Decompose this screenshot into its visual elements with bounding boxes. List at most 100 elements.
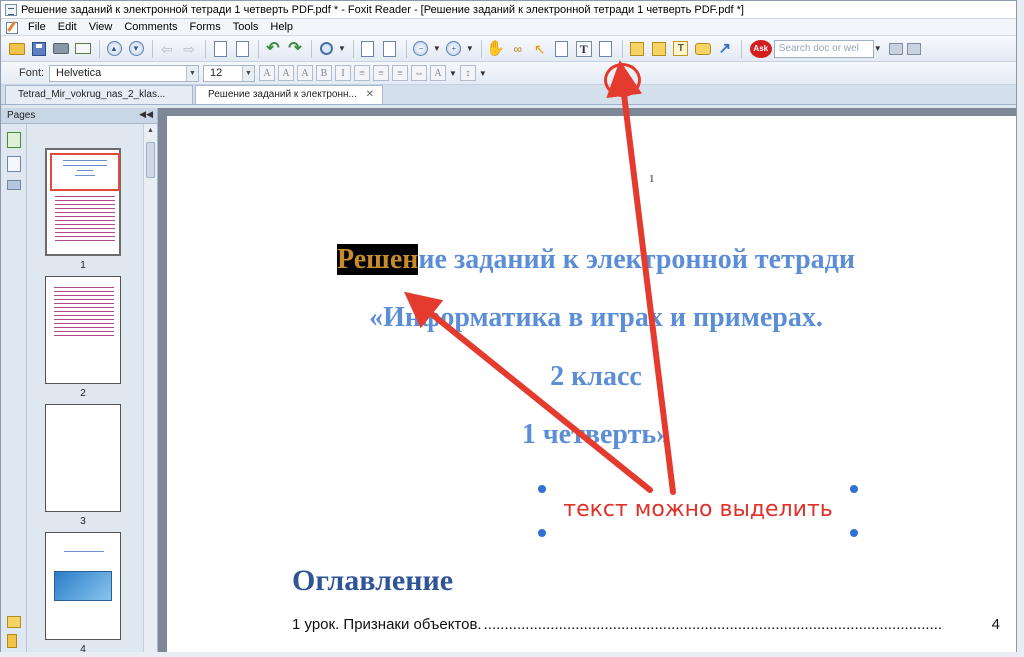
- open-button[interactable]: [7, 39, 27, 59]
- font-grow-button[interactable]: A: [297, 65, 313, 81]
- search-input[interactable]: Search doc or wel: [774, 40, 874, 58]
- annotation-highlight-ring: [604, 63, 641, 97]
- bold-button[interactable]: B: [316, 65, 332, 81]
- back-button[interactable]: ⇦: [157, 39, 177, 59]
- scrollbar-thumb[interactable]: [146, 142, 155, 178]
- toolbar-divider: [741, 40, 742, 58]
- pages-tab-icon[interactable]: [7, 132, 21, 148]
- note-button[interactable]: [627, 39, 647, 59]
- toc-entry-page: 4: [992, 616, 1000, 633]
- zoom-out-caret[interactable]: ▼: [433, 44, 441, 53]
- toc-entry[interactable]: 1 урок. Признаки объектов. .............…: [292, 616, 1000, 633]
- redo-button[interactable]: ↷: [285, 39, 305, 59]
- thumbnails-scrollbar[interactable]: ▲: [143, 124, 157, 652]
- comments-tab-icon[interactable]: [7, 616, 21, 628]
- menu-tools[interactable]: Tools: [227, 21, 265, 33]
- arrow-tool-button[interactable]: ↗: [715, 39, 735, 59]
- callout-button[interactable]: [693, 39, 713, 59]
- superscript-button[interactable]: A: [430, 65, 446, 81]
- zoom-out-button[interactable]: −: [411, 39, 431, 59]
- menu-forms[interactable]: Forms: [184, 21, 227, 33]
- page-thumbnail-2[interactable]: [45, 276, 121, 384]
- toolbar-divider: [353, 40, 354, 58]
- menu-help[interactable]: Help: [264, 21, 299, 33]
- close-icon[interactable]: ✕: [366, 89, 374, 100]
- thumbnail-text-line: [64, 551, 104, 552]
- line-spacing-button[interactable]: ↕: [460, 65, 476, 81]
- fit-page-button[interactable]: [358, 39, 378, 59]
- chevron-down-icon: ▼: [186, 66, 198, 81]
- collapse-panel-icon[interactable]: ◀◀: [139, 109, 153, 120]
- pencil-button[interactable]: [649, 39, 669, 59]
- title-line-1[interactable]: Решение заданий к электронной тетради: [171, 244, 1016, 276]
- attachments-tab-icon[interactable]: [7, 634, 17, 648]
- toolbar-divider: [152, 40, 153, 58]
- superscript-caret[interactable]: ▼: [449, 69, 457, 78]
- menu-file[interactable]: File: [22, 21, 52, 33]
- thumbnail-text-line: [55, 228, 115, 229]
- textbox-button[interactable]: T: [671, 39, 691, 59]
- char-spacing-button[interactable]: ⇔: [411, 65, 427, 81]
- bookmarks-tab-icon[interactable]: [7, 156, 21, 172]
- thumbnail-text-line: [54, 319, 114, 320]
- menu-view[interactable]: View: [83, 21, 119, 33]
- layers-tab-icon[interactable]: [7, 180, 21, 190]
- align-right-button[interactable]: ≡: [392, 65, 408, 81]
- resize-handle[interactable]: [850, 485, 858, 493]
- print-button[interactable]: [51, 39, 71, 59]
- save-button[interactable]: [29, 39, 49, 59]
- previous-page-button[interactable]: ▲: [104, 39, 124, 59]
- fit-width-button[interactable]: [380, 39, 400, 59]
- menu-edit[interactable]: Edit: [52, 21, 83, 33]
- title-line-4[interactable]: 1 четверть»: [171, 419, 1016, 451]
- page-thumbnail-3[interactable]: [45, 404, 121, 512]
- zoom-in-caret[interactable]: ▼: [466, 44, 474, 53]
- italic-button[interactable]: I: [335, 65, 351, 81]
- zoom-dropdown-caret[interactable]: ▼: [338, 44, 346, 53]
- tab-reshenie[interactable]: Решение заданий к электронн... ✕: [195, 85, 383, 104]
- image-tool-button[interactable]: [596, 39, 616, 59]
- thumbnail-text-line: [55, 216, 115, 217]
- align-left-button[interactable]: ≡: [354, 65, 370, 81]
- extract-page-button[interactable]: [210, 39, 230, 59]
- page-thumbnail-1[interactable]: [45, 148, 121, 256]
- selected-text[interactable]: Решен: [337, 244, 418, 275]
- undo-button[interactable]: ↶: [263, 39, 283, 59]
- font-size-select[interactable]: 12 ▼: [203, 65, 255, 82]
- line-spacing-caret[interactable]: ▼: [479, 69, 487, 78]
- resize-handle[interactable]: [538, 529, 546, 537]
- font-family-select[interactable]: Helvetica ▼: [49, 65, 199, 82]
- thumbnail-text-line: [77, 170, 93, 171]
- zoom-in-button[interactable]: +: [444, 39, 464, 59]
- speaker-icon[interactable]: [889, 43, 903, 55]
- title-line-3[interactable]: 2 класс: [171, 361, 1016, 393]
- menu-comments[interactable]: Comments: [118, 21, 183, 33]
- font-color-button[interactable]: A: [259, 65, 275, 81]
- next-page-button[interactable]: ▼: [126, 39, 146, 59]
- insert-page-button[interactable]: [232, 39, 252, 59]
- align-center-button[interactable]: ≡: [373, 65, 389, 81]
- resize-handle[interactable]: [538, 485, 546, 493]
- thumbnail-text-line: [63, 165, 107, 166]
- zoom-button[interactable]: [316, 39, 336, 59]
- search-dropdown-caret[interactable]: ▼: [874, 44, 882, 53]
- pages-panel: Pages ◀◀: [1, 108, 158, 652]
- font-shrink-button[interactable]: A: [278, 65, 294, 81]
- printer-icon: [53, 43, 69, 54]
- email-button[interactable]: [73, 39, 93, 59]
- annotation-textbox[interactable]: текст можно выделить: [542, 489, 854, 531]
- select-text-button[interactable]: [552, 39, 572, 59]
- resize-handle[interactable]: [850, 529, 858, 537]
- tab-tetrad[interactable]: Tetrad_Mir_vokrug_nas_2_klas...: [5, 85, 193, 104]
- typewriter-button[interactable]: T: [574, 39, 594, 59]
- snapshot-tool-button[interactable]: ∞: [508, 39, 528, 59]
- select-tool-button[interactable]: ↖: [530, 39, 550, 59]
- toc-heading: Оглавление: [292, 564, 453, 598]
- forward-button[interactable]: ⇨: [179, 39, 199, 59]
- thumbnail-text-line: [55, 236, 115, 237]
- speaker-settings-icon[interactable]: [907, 43, 921, 55]
- title-line-2[interactable]: «Информатика в играх и примерах.: [171, 302, 1016, 334]
- hand-tool-button[interactable]: ✋: [486, 39, 506, 59]
- page-thumbnail-4[interactable]: [45, 532, 121, 640]
- scroll-up-arrow-icon[interactable]: ▲: [144, 124, 157, 138]
